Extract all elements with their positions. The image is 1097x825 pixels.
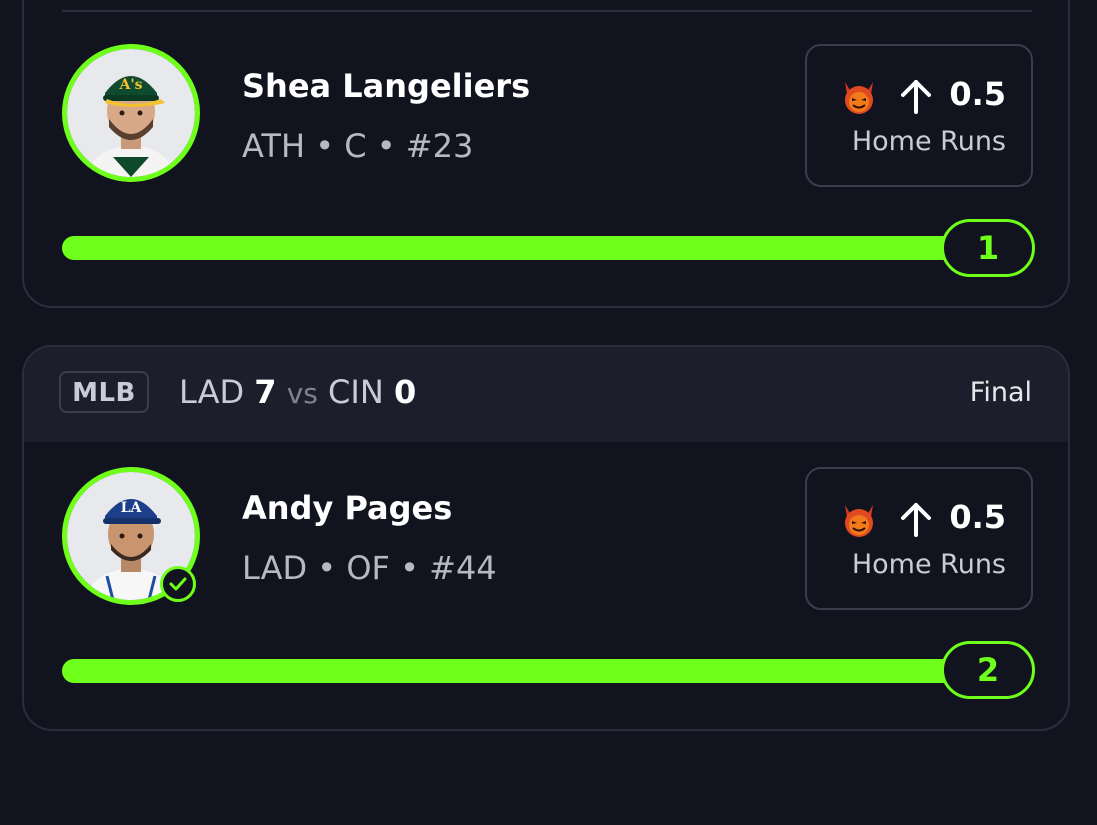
player-name[interactable]: Shea Langeliers (242, 66, 530, 106)
settled-check-icon (160, 566, 196, 602)
svg-text:LA: LA (121, 500, 143, 516)
league-badge: MLB (59, 371, 149, 413)
vs-label: vs (286, 377, 318, 410)
progress-bar (62, 659, 962, 683)
progress-fill (62, 236, 962, 260)
prop-box[interactable]: 0.5 Home Runs (805, 44, 1033, 187)
progress-value-pill: 2 (941, 641, 1035, 699)
home-team: CIN (328, 373, 384, 411)
arrow-up-icon (901, 80, 931, 114)
player-name[interactable]: Andy Pages (242, 488, 452, 528)
svg-text:A's: A's (118, 77, 142, 93)
player-headshot-icon: A's (67, 49, 195, 177)
home-score: 0 (393, 373, 417, 411)
player-avatar[interactable]: A's (62, 44, 200, 182)
progress-value-pill: 1 (941, 219, 1035, 277)
progress-fill (62, 659, 962, 683)
prop-line-value: 0.5 (949, 498, 1006, 536)
away-score: 7 (254, 373, 277, 411)
prop-line-value: 0.5 (949, 75, 1006, 113)
pick-card-pages[interactable]: MLB LAD 7 vs CIN 0 Final LA Andy Pages L… (22, 345, 1070, 731)
game-score: LAD 7 vs CIN 0 (179, 371, 416, 415)
arrow-up-icon (901, 503, 931, 537)
game-header[interactable]: MLB LAD 7 vs CIN 0 Final (24, 347, 1068, 442)
devil-icon (845, 505, 873, 537)
player-meta: LAD • OF • #44 (242, 549, 497, 587)
prop-stat-label: Home Runs (851, 126, 1006, 157)
card-divider (62, 10, 1032, 12)
pick-card-langeliers[interactable]: A's Shea Langeliers ATH • C • #23 0.5 Ho… (22, 0, 1070, 308)
game-status: Final (969, 377, 1032, 408)
devil-icon (845, 82, 873, 114)
prop-box[interactable]: 0.5 Home Runs (805, 467, 1033, 610)
away-team: LAD (179, 373, 245, 411)
progress-bar (62, 236, 962, 260)
prop-stat-label: Home Runs (851, 549, 1006, 580)
player-meta: ATH • C • #23 (242, 127, 474, 165)
